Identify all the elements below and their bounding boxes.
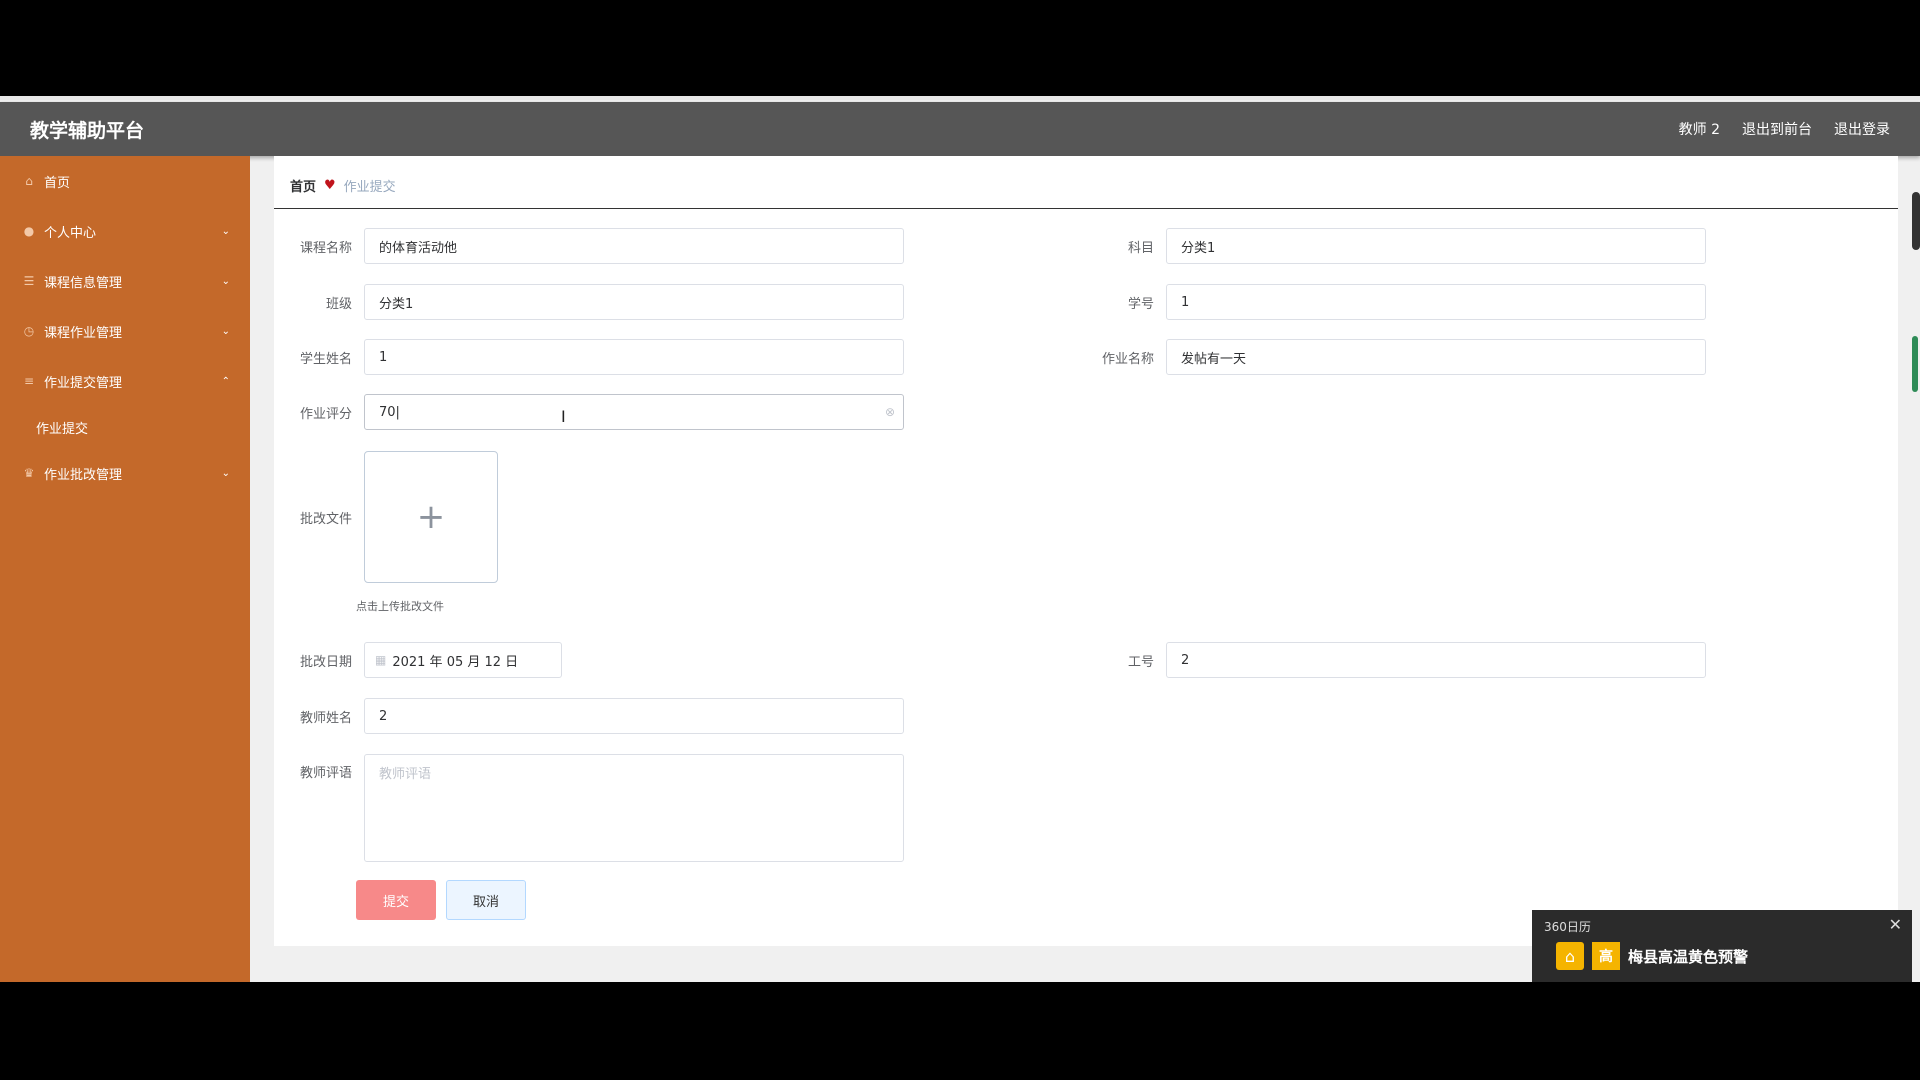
score-value: 70|	[379, 404, 400, 420]
field-label: 教师评语	[299, 766, 352, 781]
date-picker-input[interactable]: ▦ 2021 年 05 月 12 日	[364, 642, 562, 678]
student-id-field: 学号 1	[1086, 284, 1706, 320]
course-name-input[interactable]: 的体育活动他	[364, 228, 904, 264]
course-name-field: 课程名称 的体育活动他	[284, 228, 904, 264]
sidebar-item-personal-center[interactable]: ● 个人中心 ⌄	[0, 206, 250, 256]
popup-body: ⌂ 高 梅县高温黄色预警	[1532, 942, 1912, 970]
date-value: 2021 年 05 月 12 日	[392, 654, 519, 670]
trophy-icon: ♛	[23, 466, 35, 480]
house-icon: ⌂	[1556, 942, 1584, 970]
sidebar-item-course-info[interactable]: ☰ 课程信息管理 ⌄	[0, 256, 250, 306]
comment-textarea[interactable]: 教师评语	[364, 754, 904, 862]
notification-popup: 360日历 ✕ ⌂ 高 梅县高温黄色预警	[1532, 910, 1912, 982]
breadcrumb: 首页 ♥ 作业提交	[290, 176, 396, 195]
file-field: 批改文件 +	[284, 451, 498, 583]
field-label: 批改日期	[299, 654, 352, 670]
scrollbar-thumb[interactable]	[1912, 192, 1920, 250]
sidebar-item-label: 个人中心	[44, 225, 97, 241]
list-icon: ☰	[23, 274, 35, 288]
app-window: 教学辅助平台 教师 2 退出到前台 退出登录 ⌂ 首页 ● 个人中心 ⌄ ☰ 课…	[0, 98, 1920, 982]
chevron-down-icon: ⌄	[221, 467, 230, 479]
sidebar-item-label: 作业提交管理	[44, 375, 123, 391]
work-id-input[interactable]: 2	[1166, 642, 1706, 678]
subject-field: 科目 分类1	[1086, 228, 1706, 264]
teacher-name-input[interactable]: 2	[364, 698, 904, 734]
chevron-down-icon: ⌄	[221, 325, 230, 337]
window-top-border	[0, 96, 1920, 100]
homework-name-field: 作业名称 发帖有一天	[1086, 339, 1706, 375]
score-input[interactable]: 70| ⊗	[364, 394, 904, 430]
breadcrumb-home[interactable]: 首页	[290, 176, 316, 195]
field-label: 工号	[1127, 654, 1154, 670]
upload-tip: 点击上传批改文件	[356, 600, 444, 613]
field-label: 科目	[1127, 240, 1154, 256]
cancel-button[interactable]: 取消	[446, 880, 526, 920]
score-field: 作业评分 70| ⊗	[284, 394, 904, 430]
user-icon: ●	[23, 224, 35, 238]
field-label: 学号	[1127, 296, 1154, 312]
student-id-input[interactable]: 1	[1166, 284, 1706, 320]
field-label: 作业评分	[299, 406, 352, 422]
plus-icon: +	[416, 497, 446, 537]
scrollbar-thumb-secondary[interactable]	[1912, 336, 1918, 392]
heart-icon: ♥	[324, 178, 336, 193]
chevron-down-icon: ⌄	[221, 275, 230, 287]
field-label: 班级	[325, 296, 352, 312]
clear-icon[interactable]: ⊗	[885, 405, 895, 419]
sidebar-item-label: 课程作业管理	[44, 325, 123, 341]
class-input[interactable]: 分类1	[364, 284, 904, 320]
sidebar-item-home[interactable]: ⌂ 首页	[0, 156, 250, 206]
field-label: 批改文件	[299, 511, 352, 527]
back-to-frontend-link[interactable]: 退出到前台	[1742, 119, 1812, 139]
field-label: 课程名称	[299, 240, 352, 256]
breadcrumb-divider	[274, 208, 1898, 209]
close-icon[interactable]: ✕	[1889, 915, 1902, 934]
logout-link[interactable]: 退出登录	[1834, 119, 1890, 139]
chevron-down-icon: ⌄	[221, 225, 230, 237]
sidebar-item-course-homework[interactable]: ◷ 课程作业管理 ⌄	[0, 306, 250, 356]
work-id-field: 工号 2	[1086, 642, 1706, 678]
teacher-name-field: 教师姓名 2	[284, 698, 904, 734]
sidebar-item-homework-grading[interactable]: ♛ 作业批改管理 ⌄	[0, 448, 250, 498]
homework-name-input[interactable]: 发帖有一天	[1166, 339, 1706, 375]
subject-input[interactable]: 分类1	[1166, 228, 1706, 264]
app-title: 教学辅助平台	[30, 119, 145, 142]
comment-field: 教师评语 教师评语	[284, 754, 904, 862]
current-user: 教师 2	[1678, 122, 1720, 138]
clock-icon: ◷	[23, 324, 35, 338]
field-label: 作业名称	[1101, 351, 1154, 367]
field-label: 教师姓名	[299, 710, 352, 726]
student-name-field: 学生姓名 1	[284, 339, 904, 375]
main-content: 首页 ♥ 作业提交 课程名称 的体育活动他 科目 分类1 班级 分类1 学号 1…	[274, 156, 1898, 946]
date-field: 批改日期 ▦ 2021 年 05 月 12 日	[284, 642, 562, 678]
calendar-icon: ▦	[375, 653, 387, 667]
sidebar-item-label: 作业批改管理	[44, 467, 123, 483]
popup-title[interactable]: 梅县高温黄色预警	[1628, 946, 1748, 967]
popup-app-name: 360日历	[1544, 919, 1591, 934]
chevron-up-icon: ⌃	[221, 375, 230, 387]
upload-button[interactable]: +	[364, 451, 498, 583]
top-right-links: 教师 2 退出到前台 退出登录	[1679, 119, 1890, 139]
sidebar-item-label: 课程信息管理	[44, 275, 123, 291]
student-name-input[interactable]: 1	[364, 339, 904, 375]
home-icon: ⌂	[25, 174, 33, 188]
breadcrumb-current: 作业提交	[343, 180, 396, 195]
class-field: 班级 分类1	[284, 284, 904, 320]
top-navbar: 教学辅助平台 教师 2 退出到前台 退出登录	[0, 102, 1920, 156]
field-label: 学生姓名	[299, 351, 352, 367]
menu-icon: ≡	[23, 374, 35, 388]
alert-badge: 高	[1592, 942, 1620, 970]
text-cursor-icon: I	[561, 407, 566, 426]
sidebar: ⌂ 首页 ● 个人中心 ⌄ ☰ 课程信息管理 ⌄ ◷ 课程作业管理 ⌄ ≡ 作业…	[0, 156, 250, 982]
sidebar-item-label: 首页	[44, 175, 71, 191]
sidebar-item-homework-submit[interactable]: ≡ 作业提交管理 ⌃	[0, 356, 250, 406]
sidebar-subitem-homework-submit[interactable]: 作业提交	[0, 406, 250, 448]
submit-button[interactable]: 提交	[356, 880, 436, 920]
